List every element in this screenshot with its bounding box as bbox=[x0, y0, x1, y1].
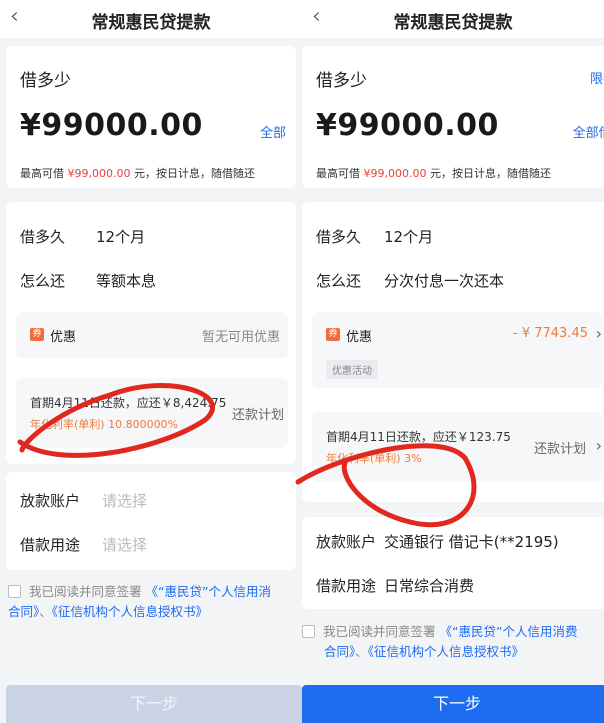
limit-link[interactable]: 限额 bbox=[590, 68, 604, 87]
page-title: 常规惠民贷提款 bbox=[393, 13, 513, 33]
agree-sep: 、 bbox=[355, 644, 368, 659]
amount-input[interactable]: ¥99000.00 bbox=[20, 108, 203, 143]
account-label: 放款账户 bbox=[20, 492, 81, 510]
agree-checkbox[interactable] bbox=[8, 585, 21, 598]
repay-label: 怎么还 bbox=[20, 272, 66, 290]
amount-input[interactable]: ¥99000.00 bbox=[316, 108, 499, 143]
header: ‹ 常规惠民贷提款 bbox=[302, 0, 604, 38]
terms-card: 借多久 12个月 怎么还 分次付息一次还本 券 优惠 - ¥ 7743.45 ›… bbox=[302, 202, 604, 502]
repayment-plan-link[interactable]: 还款计划 bbox=[232, 404, 284, 423]
agree-prefix: 我已阅读并同意签署 bbox=[29, 584, 142, 599]
credit-auth-link[interactable]: 《征信机构个人信息授权书》 bbox=[52, 604, 208, 619]
term-value[interactable]: 12个月 bbox=[96, 226, 145, 247]
coupon-icon: 券 bbox=[30, 328, 44, 341]
promo-tag: 优惠活动 bbox=[326, 360, 378, 379]
page-title: 常规惠民贷提款 bbox=[91, 13, 211, 33]
account-select[interactable]: 请选择 bbox=[102, 490, 147, 511]
amount-label: 借多少 bbox=[316, 71, 367, 91]
promo-value: 暂无可用优惠 bbox=[201, 330, 280, 345]
repay-value[interactable]: 等额本息 bbox=[96, 270, 156, 291]
credit-contract-link-cont[interactable]: 合同》 bbox=[324, 644, 355, 659]
amount-card: 借多少 限额 ¥99000.00 全部借: 最高可借 ¥99,000.00 元，… bbox=[302, 46, 604, 188]
next-step-button[interactable]: 下一步 bbox=[302, 685, 604, 723]
credit-contract-link[interactable]: 《“惠民贷”个人信用消 bbox=[146, 584, 271, 599]
agreement-text: 我已阅读并同意签署 《“惠民贷”个人信用消费 合同》、《征信机构个人信息授权书》 bbox=[302, 622, 604, 662]
purpose-select[interactable]: 请选择 bbox=[102, 534, 147, 555]
chevron-right-icon: › bbox=[595, 324, 602, 343]
purpose-label: 借款用途 bbox=[316, 577, 377, 595]
promo-row[interactable]: 券 优惠 暂无可用优惠 bbox=[16, 312, 288, 358]
first-payment-line: 首期4月11日还款，应还￥123.75 bbox=[326, 430, 511, 444]
right-screen: ‹ 常规惠民贷提款 借多少 限额 ¥99000.00 全部借: 最高可借 ¥99… bbox=[302, 0, 604, 723]
max-note-suffix: 元，按日计息，随借随还 bbox=[429, 167, 551, 180]
promo-discount-value: - ¥ 7743.45 bbox=[513, 326, 588, 341]
max-note-suffix: 元，按日计息，随借随还 bbox=[133, 167, 255, 180]
agree-sep: 、 bbox=[39, 604, 52, 619]
max-note-prefix: 最高可借 bbox=[20, 167, 64, 180]
credit-contract-link[interactable]: 《“惠民贷”个人信用消费 bbox=[440, 624, 578, 639]
chevron-right-icon: › bbox=[595, 436, 602, 455]
agree-prefix: 我已阅读并同意签署 bbox=[323, 624, 436, 639]
repay-label: 怎么还 bbox=[316, 272, 362, 290]
account-card: 放款账户 请选择 借款用途 请选择 bbox=[6, 472, 296, 570]
first-payment-line: 首期4月11日还款，应还￥8,424.75 bbox=[30, 396, 227, 410]
account-card: 放款账户 交通银行 借记卡(**2195) 借款用途 日常综合消费 bbox=[302, 517, 604, 609]
credit-auth-link[interactable]: 《征信机构个人信息授权书》 bbox=[368, 644, 524, 659]
repay-value[interactable]: 分次付息一次还本 bbox=[384, 270, 504, 291]
amount-card: 借多少 ¥99000.00 全部 最高可借 ¥99,000.00 元，按日计息，… bbox=[6, 46, 296, 188]
max-limit-note: 最高可借 ¥99,000.00 元，按日计息，随借随还 bbox=[316, 165, 551, 181]
promo-label: 优惠 bbox=[50, 330, 77, 345]
max-note-amount: ¥99,000.00 bbox=[363, 167, 427, 180]
annual-rate: 年化利率(单利) 3% bbox=[326, 452, 422, 465]
repayment-plan-box[interactable]: 首期4月11日还款，应还￥8,424.75 年化利率(单利) 10.800000… bbox=[16, 378, 288, 448]
left-screen: ‹ 常规惠民贷提款 借多少 ¥99000.00 全部 最高可借 ¥99,000.… bbox=[0, 0, 302, 723]
repayment-plan-link[interactable]: 还款计划 bbox=[534, 438, 586, 457]
credit-contract-link-cont[interactable]: 合同》 bbox=[8, 604, 39, 619]
account-value[interactable]: 交通银行 借记卡(**2195) bbox=[384, 531, 559, 552]
term-value[interactable]: 12个月 bbox=[384, 226, 433, 247]
purpose-label: 借款用途 bbox=[20, 536, 81, 554]
borrow-all-link[interactable]: 全部借: bbox=[573, 122, 604, 141]
terms-card: 借多久 12个月 怎么还 等额本息 券 优惠 暂无可用优惠 首期4月11日还款，… bbox=[6, 202, 296, 464]
amount-label: 借多少 bbox=[20, 71, 71, 91]
promo-label: 优惠 bbox=[346, 330, 373, 345]
header: ‹ 常规惠民贷提款 bbox=[0, 0, 302, 38]
borrow-all-link[interactable]: 全部 bbox=[260, 122, 286, 141]
max-note-amount: ¥99,000.00 bbox=[67, 167, 131, 180]
annual-rate: 年化利率(单利) 10.800000% bbox=[30, 418, 179, 431]
agreement-text: 我已阅读并同意签署 《“惠民贷”个人信用消 合同》、《征信机构个人信息授权书》 bbox=[8, 582, 296, 622]
repayment-plan-box[interactable]: 首期4月11日还款，应还￥123.75 年化利率(单利) 3% 还款计划 › bbox=[312, 412, 602, 482]
term-label: 借多久 bbox=[20, 228, 66, 246]
max-limit-note: 最高可借 ¥99,000.00 元，按日计息，随借随还 bbox=[20, 165, 255, 181]
term-label: 借多久 bbox=[316, 228, 362, 246]
agree-checkbox[interactable] bbox=[302, 625, 315, 638]
agree-indent bbox=[302, 644, 324, 659]
promo-row[interactable]: 券 优惠 - ¥ 7743.45 › 优惠活动 bbox=[312, 312, 602, 388]
next-step-button[interactable]: 下一步 bbox=[6, 685, 302, 723]
coupon-icon: 券 bbox=[326, 328, 340, 341]
account-label: 放款账户 bbox=[316, 533, 377, 551]
purpose-value[interactable]: 日常综合消费 bbox=[384, 575, 474, 596]
max-note-prefix: 最高可借 bbox=[316, 167, 360, 180]
